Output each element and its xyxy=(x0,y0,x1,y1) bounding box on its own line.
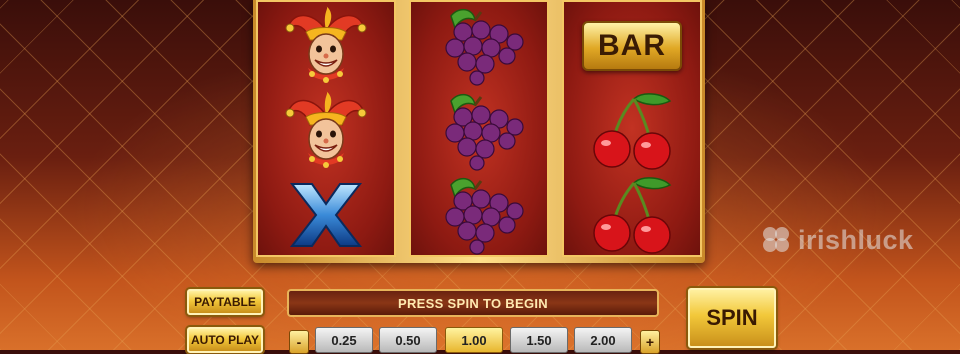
jester-icon xyxy=(258,4,394,88)
bet-option[interactable]: 0.25 xyxy=(315,327,373,353)
bar-label: BAR xyxy=(598,29,666,62)
grapes-icon xyxy=(411,89,547,173)
bet-option-label: 1.00 xyxy=(461,332,487,348)
bet-option-label: 1.50 xyxy=(526,332,552,348)
bet-option-label: 2.00 xyxy=(590,332,616,348)
bet-option[interactable]: 2.00 xyxy=(574,327,632,353)
autoplay-button[interactable]: AUTO PLAY xyxy=(187,327,263,353)
spin-label: SPIN xyxy=(706,305,758,330)
bet-option-label: 0.25 xyxy=(331,332,357,348)
grapes-icon xyxy=(411,173,547,257)
reel-1 xyxy=(256,0,396,257)
grapes-icon xyxy=(411,4,547,88)
bar-symbol: BAR xyxy=(582,21,682,71)
bet-option[interactable]: 1.50 xyxy=(510,327,568,353)
clover-icon xyxy=(763,227,789,252)
reel-2 xyxy=(409,0,549,257)
reel-3: BAR xyxy=(562,0,702,257)
bet-option-selected[interactable]: 1.00 xyxy=(445,327,503,353)
bar-icon: BAR xyxy=(564,4,700,88)
watermark: irishluck xyxy=(760,223,914,257)
watermark-text: irishluck xyxy=(798,224,914,255)
bet-option[interactable]: 0.50 xyxy=(379,327,437,353)
status-message: PRESS SPIN TO BEGIN xyxy=(287,289,659,317)
paytable-button[interactable]: PAYTABLE xyxy=(187,289,263,315)
x-icon xyxy=(258,173,394,257)
minus-icon: - xyxy=(296,334,302,350)
cherries-icon xyxy=(564,173,700,257)
spin-button[interactable]: SPIN xyxy=(688,288,776,348)
bet-option-label: 0.50 xyxy=(395,332,421,348)
paytable-label: PAYTABLE xyxy=(194,295,256,309)
autoplay-label: AUTO PLAY xyxy=(190,333,259,347)
bet-decrease-button[interactable]: - xyxy=(289,330,309,354)
jester-icon xyxy=(258,89,394,173)
bet-increase-button[interactable]: + xyxy=(640,330,660,354)
status-message-text: PRESS SPIN TO BEGIN xyxy=(398,295,548,311)
plus-icon: + xyxy=(645,334,655,350)
reels-frame: BAR xyxy=(253,0,705,263)
cherries-icon xyxy=(564,89,700,173)
